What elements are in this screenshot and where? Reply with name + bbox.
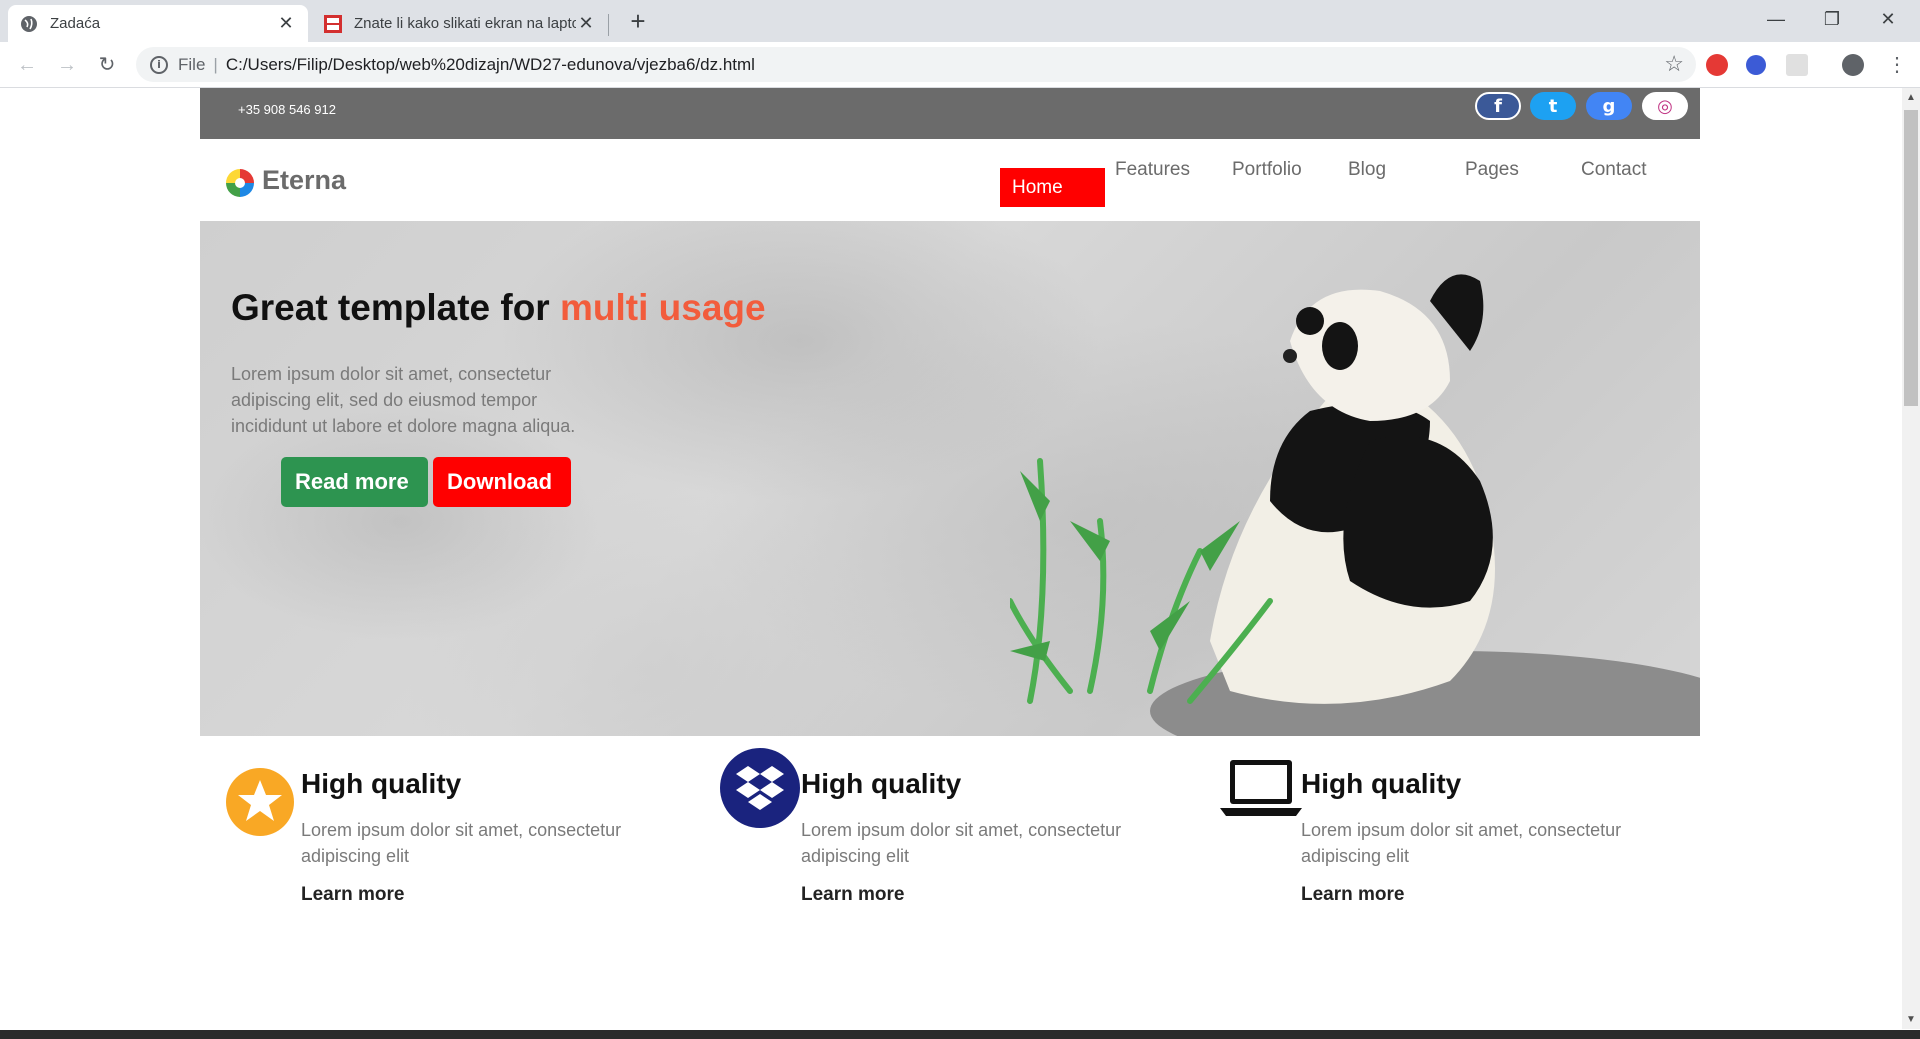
dropbox-icon xyxy=(720,748,800,828)
features-section: High quality Lorem ipsum dolor sit amet,… xyxy=(200,748,1700,948)
web-page: +35 908 546 912 f t g ◎ Eterna Home Feat… xyxy=(0,88,1902,1029)
close-window-button[interactable]: ✕ xyxy=(1860,0,1916,38)
forward-arrow-icon[interactable]: → xyxy=(52,50,82,80)
new-tab-button[interactable]: + xyxy=(624,8,652,36)
feature-title: High quality xyxy=(301,768,462,799)
tab-strip: Zadaća ✕ Znate li kako slikati ekran na … xyxy=(0,0,1920,42)
tab-divider xyxy=(608,14,609,36)
divider: | xyxy=(213,54,218,74)
feature-title: High quality xyxy=(801,768,962,799)
feature-title: High quality xyxy=(1301,768,1462,799)
hero-title: Great template for multi usage xyxy=(231,287,766,329)
hero-title-main: Great template for xyxy=(231,287,560,328)
panda-image xyxy=(1010,274,1700,736)
learn-more-link[interactable]: Learn more xyxy=(1301,884,1404,906)
learn-more-link[interactable]: Learn more xyxy=(801,884,904,906)
learn-more-link[interactable]: Learn more xyxy=(301,884,404,906)
feature-text: Lorem ipsum dolor sit amet, consectetur … xyxy=(1301,820,1622,866)
profile-avatar-icon[interactable] xyxy=(1842,54,1864,76)
star-icon xyxy=(226,768,294,836)
facebook-icon[interactable]: f xyxy=(1475,92,1521,120)
opera-extension-icon[interactable] xyxy=(1706,54,1728,76)
tab-title: Znate li kako slikati ekran na laptopu xyxy=(354,15,576,32)
nav-features[interactable]: Features xyxy=(1115,159,1190,181)
hero-text: Lorem ipsum dolor sit amet, consectetur … xyxy=(231,364,576,436)
top-bar: +35 908 546 912 f t g ◎ xyxy=(200,88,1700,139)
download-button[interactable]: Download xyxy=(433,457,571,507)
menu-kebab-icon[interactable]: ⋮ xyxy=(1882,50,1912,80)
vijesti-favicon-icon xyxy=(324,14,342,33)
nav-portfolio[interactable]: Portfolio xyxy=(1232,159,1302,181)
close-tab-icon[interactable]: ✕ xyxy=(276,13,296,34)
browser-toolbar: ← → ↻ i File | C:/Users/Filip/Desktop/we… xyxy=(0,42,1920,88)
read-more-button[interactable]: Read more xyxy=(281,457,428,507)
phone-number: +35 908 546 912 xyxy=(238,102,336,117)
taskbar-edge xyxy=(0,1030,1920,1039)
extension-icon[interactable] xyxy=(1746,55,1766,75)
globe-icon xyxy=(21,15,37,32)
eterna-logo-icon[interactable] xyxy=(226,169,254,197)
scheme-label: File xyxy=(178,54,206,74)
nav-pages[interactable]: Pages xyxy=(1465,159,1519,181)
url-text[interactable]: C:/Users/Filip/Desktop/web%20dizajn/WD27… xyxy=(226,55,755,75)
nav-contact[interactable]: Contact xyxy=(1581,159,1646,181)
hero-banner: Great template for multi usage Lorem ips… xyxy=(200,221,1700,736)
bookmark-star-icon[interactable]: ☆ xyxy=(1664,51,1684,77)
extension-icon[interactable] xyxy=(1786,54,1808,76)
google-icon[interactable]: g xyxy=(1586,92,1632,120)
tab-zadaca[interactable]: Zadaća ✕ xyxy=(8,5,308,42)
vertical-scrollbar[interactable]: ▲ ▼ xyxy=(1902,88,1920,1029)
nav-blog[interactable]: Blog xyxy=(1348,159,1386,181)
tab-znate-li[interactable]: Znate li kako slikati ekran na laptopu ✕ xyxy=(312,5,608,42)
restore-button[interactable]: ❐ xyxy=(1804,0,1860,38)
brand-name[interactable]: Eterna xyxy=(262,165,346,196)
instagram-icon[interactable]: ◎ xyxy=(1642,92,1688,120)
scrollbar-thumb[interactable] xyxy=(1904,110,1918,406)
twitter-icon[interactable]: t xyxy=(1530,92,1576,120)
close-tab-icon[interactable]: ✕ xyxy=(576,13,596,34)
feature-text: Lorem ipsum dolor sit amet, consectetur … xyxy=(301,820,622,866)
scroll-up-icon[interactable]: ▲ xyxy=(1906,92,1916,103)
feature-text: Lorem ipsum dolor sit amet, consectetur … xyxy=(801,820,1122,866)
minimize-button[interactable]: — xyxy=(1748,0,1804,38)
laptop-icon xyxy=(1220,760,1302,816)
scroll-down-icon[interactable]: ▼ xyxy=(1906,1014,1916,1025)
hero-title-accent: multi usage xyxy=(559,287,766,328)
nav-home[interactable]: Home xyxy=(1000,168,1105,207)
info-icon[interactable]: i xyxy=(150,55,168,74)
tab-title: Zadaća xyxy=(50,15,101,32)
address-bar[interactable]: i File | C:/Users/Filip/Desktop/web%20di… xyxy=(136,47,1696,82)
back-arrow-icon[interactable]: ← xyxy=(12,50,42,80)
reload-icon[interactable]: ↻ xyxy=(92,50,122,80)
site-header: Eterna Home Features Portfolio Blog Page… xyxy=(200,139,1700,221)
